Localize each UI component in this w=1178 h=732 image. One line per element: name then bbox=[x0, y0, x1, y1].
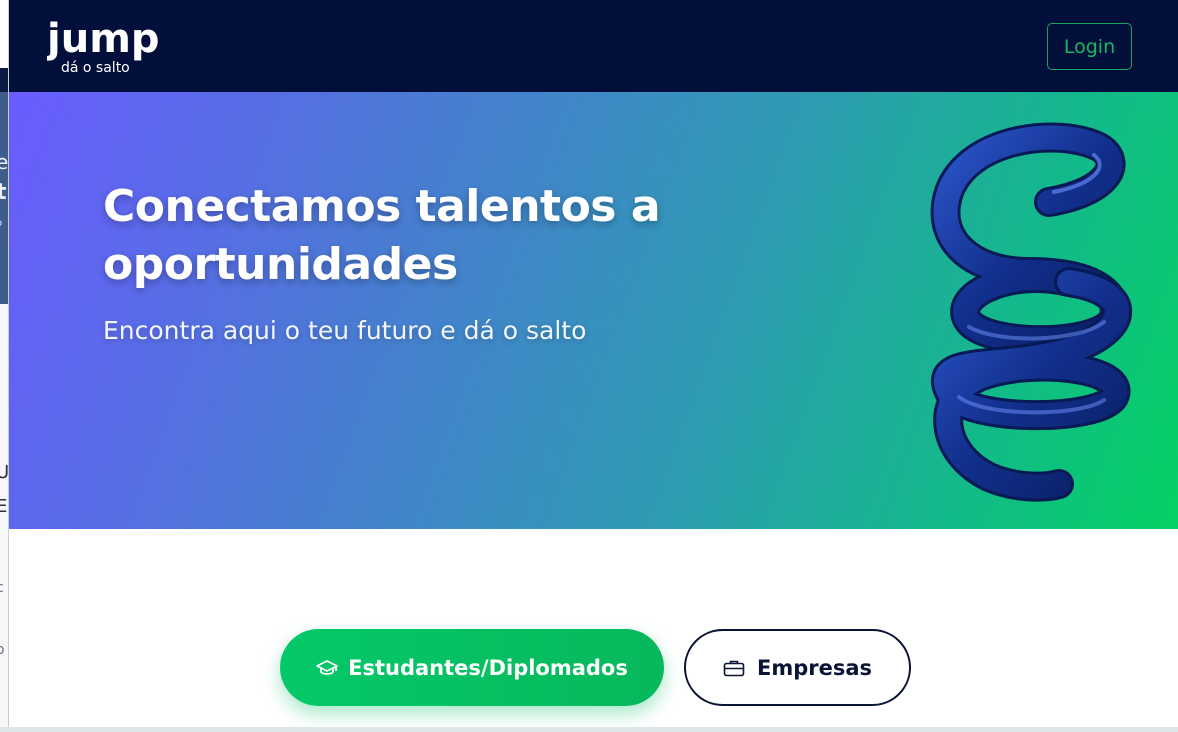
companies-button[interactable]: Empresas bbox=[684, 629, 911, 706]
logo-tagline: dá o salto bbox=[61, 60, 130, 76]
hero-subtitle: Encontra aqui o teu futuro e dá o salto bbox=[103, 316, 587, 345]
companies-button-label: Empresas bbox=[756, 655, 873, 680]
bottom-window-edge bbox=[0, 727, 1178, 732]
students-graduates-button[interactable]: Estudantes/Diplomados bbox=[280, 629, 664, 706]
jump-logo[interactable]: jump dá o salto bbox=[47, 14, 187, 76]
hero-title: Conectamos talentos a oportunidades bbox=[103, 181, 661, 290]
top-navbar: jump dá o salto Login bbox=[9, 0, 1178, 92]
site-window: jump dá o salto Login Conectamos talento… bbox=[8, 0, 1178, 727]
blue-spring-icon bbox=[930, 122, 1132, 502]
briefcase-icon bbox=[723, 659, 745, 677]
hero-banner: Conectamos talentos a oportunidades Enco… bbox=[9, 92, 1178, 529]
logo-wordmark: jump bbox=[47, 16, 160, 62]
login-button[interactable]: Login bbox=[1047, 23, 1132, 70]
jump-logo-mark: jump dá o salto bbox=[47, 16, 160, 76]
graduation-cap-icon bbox=[316, 659, 339, 677]
students-button-label: Estudantes/Diplomados bbox=[348, 655, 628, 680]
